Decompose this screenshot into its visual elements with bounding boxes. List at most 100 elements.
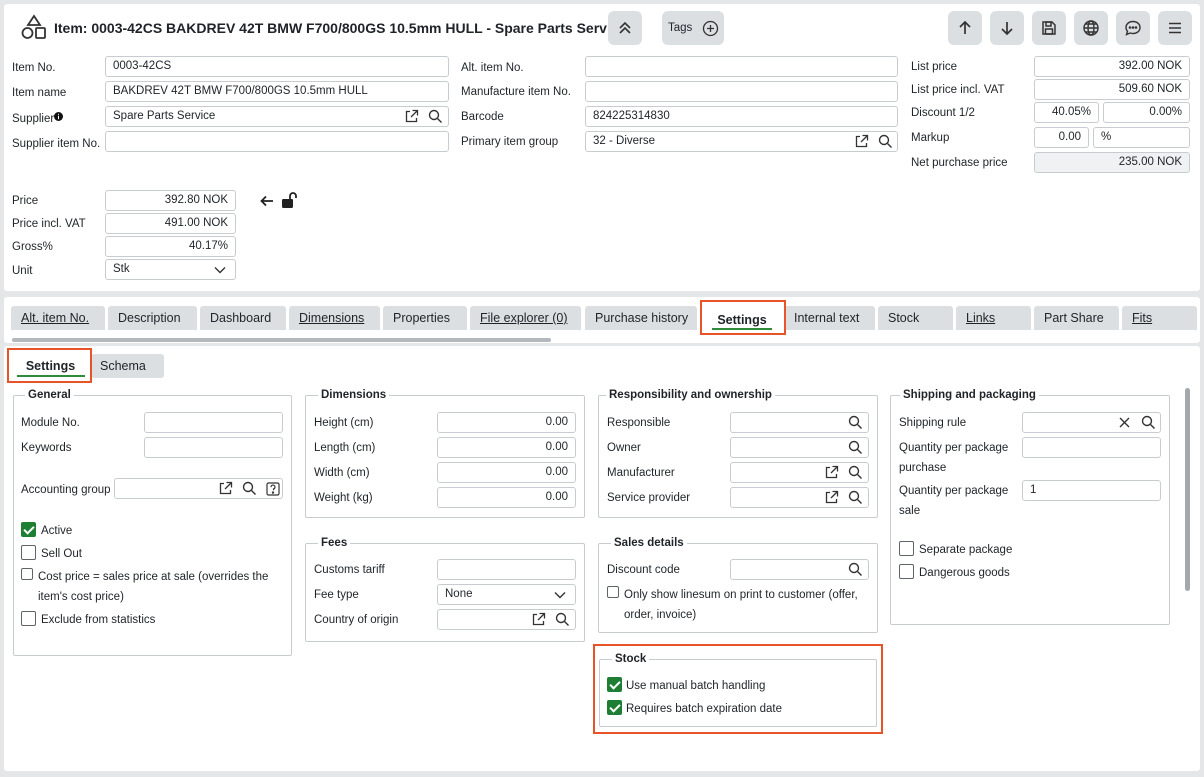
shipping-title: Shipping and packaging <box>900 388 1039 402</box>
search-icon[interactable] <box>847 464 864 481</box>
manufacturer-label: Manufacturer <box>607 467 675 479</box>
tab-links[interactable]: Links <box>956 306 1031 330</box>
keywords-field[interactable] <box>144 437 283 458</box>
tags-label: Tags <box>668 22 693 34</box>
menu-button[interactable] <box>1158 11 1192 45</box>
tab-internal-text[interactable]: Internal text <box>784 306 875 330</box>
length-field[interactable]: 0.00 <box>437 437 576 458</box>
comments-button[interactable] <box>1116 11 1150 45</box>
qty-purchase-label: Quantity per package <box>899 442 1009 454</box>
qty-sale-label: Quantity per package <box>899 485 1009 497</box>
customs-tariff-field[interactable] <box>437 559 576 580</box>
gross-label: Gross% <box>12 241 53 253</box>
discount-2-field[interactable]: 0.00% <box>1103 102 1190 123</box>
open-external-icon[interactable] <box>217 480 234 497</box>
list-price-vat-field[interactable]: 509.60 NOK <box>1034 79 1190 100</box>
height-field[interactable]: 0.00 <box>437 412 576 433</box>
qty-purchase-field[interactable] <box>1022 437 1161 458</box>
weight-field[interactable]: 0.00 <box>437 487 576 508</box>
list-price-label: List price <box>911 61 958 73</box>
markup-field[interactable]: 0.00 <box>1034 127 1089 148</box>
open-external-icon[interactable] <box>853 133 870 150</box>
tab-label: Properties <box>393 311 450 325</box>
search-icon[interactable] <box>847 561 864 578</box>
responsibility-title: Responsibility and ownership <box>606 388 775 402</box>
next-item-button[interactable] <box>990 11 1024 45</box>
list-price-vat-label: List price incl. VAT <box>911 84 1005 96</box>
item-name-field[interactable]: BAKDREV 42T BMW F700/800GS 10.5mm HULL <box>105 81 449 102</box>
collapse-button[interactable] <box>608 11 642 45</box>
search-icon[interactable] <box>847 489 864 506</box>
search-icon[interactable] <box>241 480 258 497</box>
linesum-label: Only show linesum on print to customer (… <box>624 589 858 601</box>
tab-label: Links <box>966 311 996 325</box>
markup-unit-select[interactable]: % <box>1093 127 1190 148</box>
fees-title: Fees <box>318 536 351 550</box>
tab-description[interactable]: Description <box>108 306 197 330</box>
content-scrollbar[interactable] <box>1185 388 1190 591</box>
previous-item-button[interactable] <box>948 11 982 45</box>
tab-part-share[interactable]: Part Share <box>1034 306 1119 330</box>
item-name-label: Item name <box>12 87 67 99</box>
tab-scrollbar[interactable] <box>12 338 551 342</box>
clear-icon[interactable] <box>1116 414 1133 431</box>
qty-sale-field[interactable]: 1 <box>1022 480 1161 501</box>
open-external-icon[interactable] <box>530 611 547 628</box>
cost-price-label: Cost price = sales price at sale (overri… <box>38 571 269 583</box>
tags-button[interactable]: Tags <box>662 11 724 45</box>
owner-label: Owner <box>607 442 641 454</box>
tab-properties[interactable]: Properties <box>383 306 467 330</box>
subtab-schema[interactable]: Schema <box>91 354 164 378</box>
tab-label: Description <box>118 311 181 325</box>
tab-file-explorer[interactable]: File explorer (0) <box>470 306 581 330</box>
unlock-icon[interactable] <box>279 190 301 210</box>
settings-tab-highlight <box>700 300 786 335</box>
help-icon[interactable] <box>264 480 281 497</box>
open-external-icon[interactable] <box>823 464 840 481</box>
tab-alt-item-no[interactable]: Alt. item No. <box>11 306 105 330</box>
language-button[interactable] <box>1074 11 1108 45</box>
price-field[interactable]: 392.80 NOK <box>105 190 236 211</box>
search-icon[interactable] <box>877 133 894 150</box>
search-icon[interactable] <box>554 611 571 628</box>
active-checkbox[interactable] <box>21 522 36 537</box>
list-price-field[interactable]: 392.00 NOK <box>1034 56 1190 77</box>
discount-label: Discount 1/2 <box>911 107 975 119</box>
general-title: General <box>25 388 74 402</box>
arrow-left-icon[interactable] <box>258 192 276 210</box>
search-icon[interactable] <box>847 439 864 456</box>
search-icon[interactable] <box>1140 414 1157 431</box>
tab-purchase-history[interactable]: Purchase history <box>585 306 697 330</box>
open-external-icon[interactable] <box>403 108 420 125</box>
tab-dimensions[interactable]: Dimensions <box>289 306 380 330</box>
alt-item-no-field[interactable] <box>585 56 898 77</box>
tab-fits[interactable]: Fits <box>1122 306 1197 330</box>
module-no-field[interactable] <box>144 412 283 433</box>
width-field[interactable]: 0.00 <box>437 462 576 483</box>
discount-1-field[interactable]: 40.05% <box>1034 102 1099 123</box>
exclude-statistics-checkbox[interactable] <box>21 611 36 626</box>
dangerous-goods-checkbox[interactable] <box>899 564 914 579</box>
linesum-label-line2: order, invoice) <box>624 609 697 621</box>
linesum-checkbox[interactable] <box>607 586 619 598</box>
search-icon[interactable] <box>847 414 864 431</box>
save-button[interactable] <box>1032 11 1066 45</box>
search-icon[interactable] <box>427 108 444 125</box>
cost-price-checkbox[interactable] <box>21 568 33 580</box>
open-external-icon[interactable] <box>823 489 840 506</box>
supplier-field[interactable]: Spare Parts Service <box>105 106 449 127</box>
supplier-item-no-field[interactable] <box>105 131 449 152</box>
keywords-label: Keywords <box>21 442 72 454</box>
item-no-field[interactable]: 0003-42CS <box>105 56 449 77</box>
tab-stock[interactable]: Stock <box>878 306 953 330</box>
manufacture-item-no-field[interactable] <box>585 81 898 102</box>
price-vat-field[interactable]: 491.00 NOK <box>105 213 236 234</box>
separate-package-checkbox[interactable] <box>899 541 914 556</box>
barcode-field[interactable]: 824225314830 <box>585 106 898 127</box>
tab-dashboard[interactable]: Dashboard <box>200 306 286 330</box>
sell-out-checkbox[interactable] <box>21 545 36 560</box>
primary-item-group-field[interactable]: 32 - Diverse <box>585 131 898 152</box>
width-label: Width (cm) <box>314 467 370 479</box>
markup-unit-value: % <box>1101 131 1112 143</box>
gross-field[interactable]: 40.17% <box>105 236 236 257</box>
